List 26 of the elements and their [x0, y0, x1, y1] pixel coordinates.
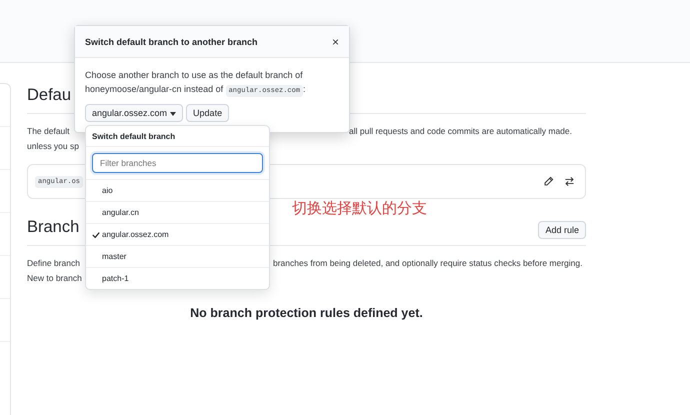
- caret-icon: [170, 112, 176, 116]
- branch-item[interactable]: master: [86, 246, 269, 268]
- edit-icon[interactable]: [543, 176, 554, 187]
- branch-item[interactable]: angular.cn: [86, 202, 269, 224]
- branch-item[interactable]: patch-1: [86, 268, 269, 289]
- branch-item[interactable]: angular.ossez.com: [86, 224, 269, 246]
- add-rule-button[interactable]: Add rule: [538, 221, 586, 239]
- menu-title: Switch default branch: [86, 126, 269, 147]
- section-heading: Branch: [27, 217, 80, 238]
- section-heading: Defau: [27, 85, 72, 106]
- description-text: Define branch: [27, 258, 80, 268]
- branch-item[interactable]: aio: [86, 180, 269, 202]
- description-text: branches from being deleted, and optionally require status checks before merging.: [273, 257, 582, 270]
- check-icon: [92, 230, 100, 238]
- update-button[interactable]: Update: [186, 104, 230, 122]
- empty-message: No branch protection rules defined yet.: [189, 306, 424, 320]
- branch-dropdown-button[interactable]: angular.ossez.com: [85, 104, 184, 122]
- filter-field[interactable]: Filter branches: [92, 153, 263, 173]
- description-text: all pull requests and code commits are automatically made.: [349, 125, 572, 138]
- description-text: unless you sp: [27, 140, 79, 153]
- close-button[interactable]: ×: [332, 35, 339, 49]
- description-text: The default: [27, 126, 70, 136]
- switch-arrows-icon[interactable]: [564, 176, 575, 187]
- annotation-text: 切换选择默认的分支: [292, 199, 427, 218]
- dialog-title: Switch default branch to another branch: [85, 37, 258, 47]
- description-text: New to branch: [27, 272, 82, 285]
